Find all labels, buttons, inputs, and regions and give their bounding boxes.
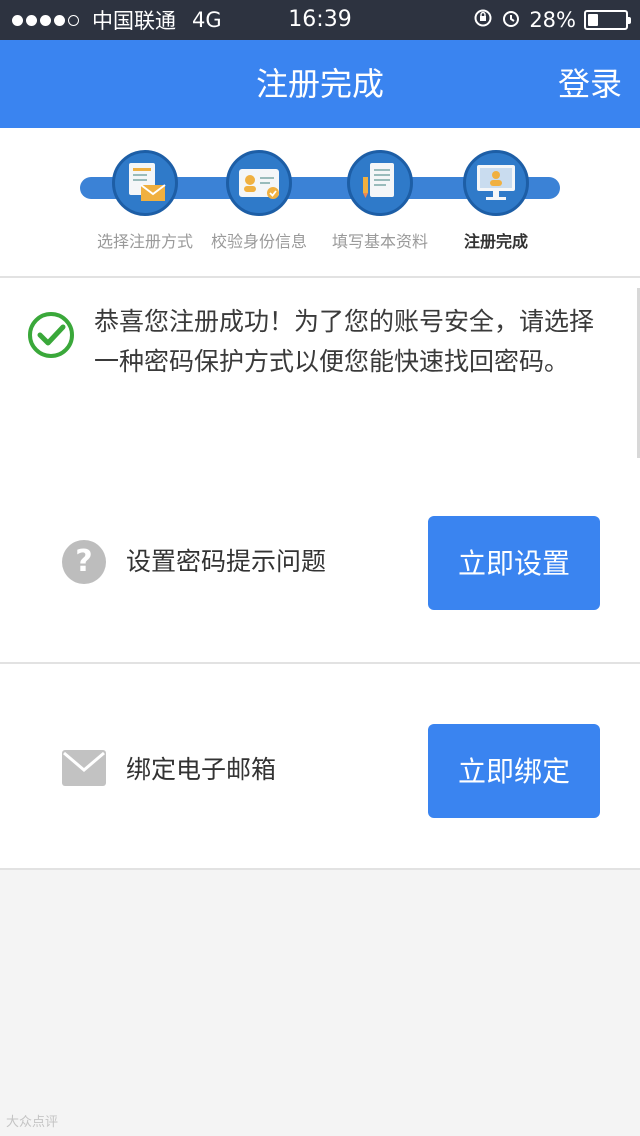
step-label: 选择注册方式 (96, 232, 193, 251)
register-method-icon (112, 150, 178, 216)
set-now-button[interactable]: 立即设置 (428, 516, 600, 610)
mail-icon (62, 750, 106, 790)
content-panel: 恭喜您注册成功！为了您的账号安全，请选择一种密码保护方式以便您能快速找回密码。 … (0, 278, 640, 870)
nav-bar: 注册完成 登录 (0, 40, 640, 128)
id-card-icon (226, 150, 292, 216)
bind-email-row: 绑定电子邮箱 立即绑定 (0, 722, 640, 818)
status-bar-left: 中国联通 4G (12, 0, 222, 40)
step-2: 校验身份信息 (199, 150, 319, 252)
computer-user-icon (463, 150, 529, 216)
rotation-lock-icon (473, 8, 493, 33)
watermark: 大众点评 (6, 1115, 59, 1130)
security-question-label: 设置密码提示问题 (126, 547, 327, 576)
step-1: 选择注册方式 (85, 150, 205, 252)
divider (0, 662, 640, 664)
step-label: 校验身份信息 (210, 232, 307, 251)
step-3: 填写基本资料 (320, 150, 440, 252)
network-type: 4G (192, 8, 222, 32)
carrier-name: 中国联通 (92, 9, 176, 33)
document-icon (347, 150, 413, 216)
signal-strength-icon (12, 14, 82, 26)
security-question-row: ? 设置密码提示问题 立即设置 (0, 514, 640, 610)
battery-fill (588, 14, 599, 26)
page-title: 注册完成 (255, 65, 384, 103)
battery-percent: 28% (529, 8, 576, 32)
step-label: 填写基本资料 (331, 232, 428, 251)
battery-icon (584, 10, 631, 30)
status-bar-right: 28% (473, 0, 631, 40)
step-label-active: 注册完成 (463, 232, 528, 251)
bind-email-label: 绑定电子邮箱 (126, 755, 277, 784)
success-message: 恭喜您注册成功！为了您的账号安全，请选择一种密码保护方式以便您能快速找回密码。 (94, 307, 595, 376)
question-icon: ? (62, 540, 106, 584)
status-bar: 中国联通 4G 16:39 28% (0, 0, 640, 40)
login-button[interactable]: 登录 (558, 40, 622, 128)
bind-now-button[interactable]: 立即绑定 (428, 724, 600, 818)
step-4: 注册完成 (436, 150, 556, 252)
alarm-icon (501, 8, 521, 33)
check-circle-icon (26, 310, 76, 360)
registration-steps: 选择注册方式 校验身份信息 填写基本资料 注册完成 (0, 128, 640, 278)
